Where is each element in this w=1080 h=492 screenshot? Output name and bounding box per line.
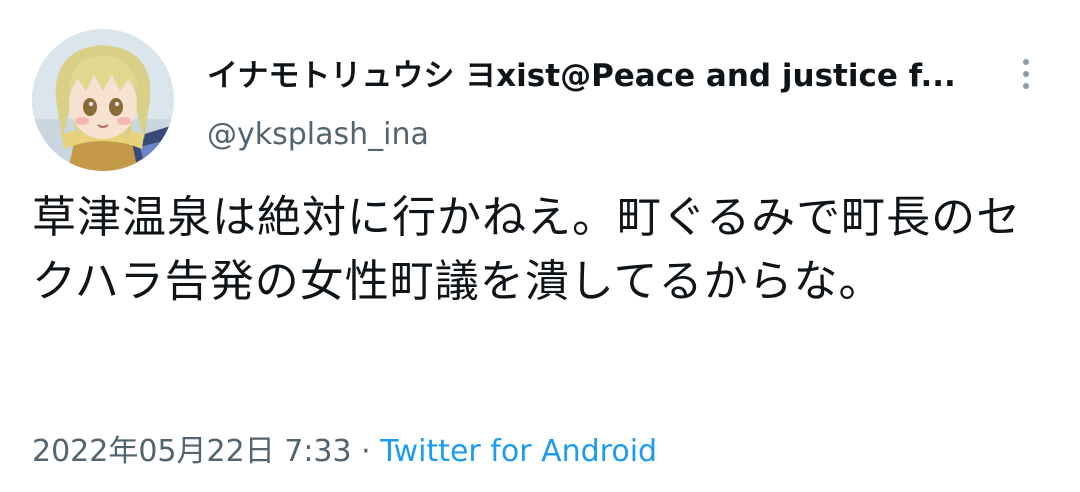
display-name[interactable]: イナモトリュウシ ヨxist@Peace and justice f... [207,56,977,96]
more-dot [1023,83,1029,89]
tweet-meta: 2022年05月22日 7:33 · Twitter for Android [32,430,657,474]
meta-separator: · [351,434,381,469]
avatar-image [32,29,174,171]
more-dot [1023,71,1029,77]
tweet-text: 草津温泉は絶対に行かねえ。町ぐるみで町長のセクハラ告発の女性町議を潰してるからな… [32,192,1022,307]
user-handle[interactable]: @yksplash_ina [207,115,429,155]
more-dot [1023,59,1029,65]
avatar[interactable] [32,29,174,171]
tweet-timestamp[interactable]: 2022年05月22日 7:33 [32,434,352,469]
more-options-icon[interactable] [1006,52,1046,96]
tweet-source-link[interactable]: Twitter for Android [380,434,657,469]
